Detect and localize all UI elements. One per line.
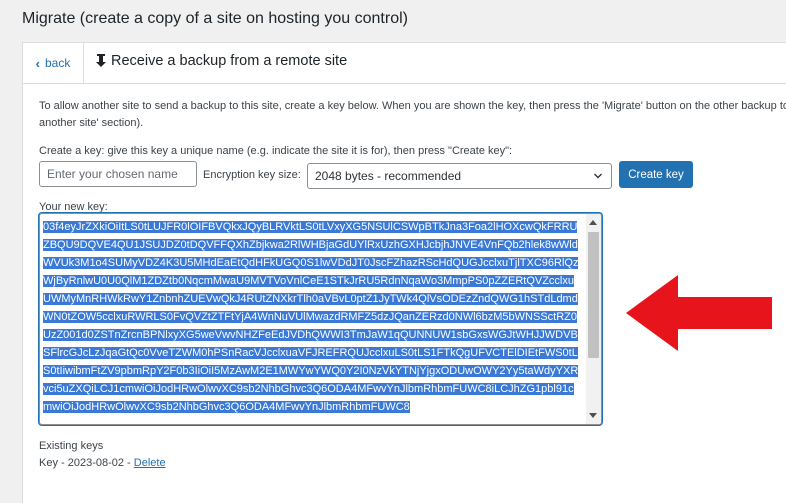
back-label: back: [44, 56, 71, 70]
scroll-thumb[interactable]: [588, 232, 599, 358]
existing-keys-label: Existing keys: [39, 440, 104, 452]
migrate-panel: ‹ back Receive a backup from a remote si…: [22, 42, 786, 503]
panel-title: Receive a backup from a remote site: [95, 53, 347, 69]
download-icon: [96, 54, 106, 67]
key-name-input[interactable]: [39, 161, 197, 187]
encryption-size-label: Encryption key size:: [203, 169, 301, 181]
red-arrow-annotation-icon: [626, 275, 772, 351]
encryption-size-select[interactable]: 2048 bytes - recommended: [307, 163, 612, 189]
new-key-value: 03f4eyJrZXkiOiItLS0tLUJFR0lOIFBVQkxJQyBL…: [43, 221, 579, 413]
new-key-label: Your new key:: [39, 201, 108, 213]
new-key-textarea[interactable]: 03f4eyJrZXkiOiItLS0tLUJFR0lOIFBVQkxJQyBL…: [39, 213, 602, 425]
existing-key-separator: -: [124, 457, 134, 469]
key-scrollbar[interactable]: [586, 214, 601, 424]
intro-text: To allow another site to send a backup t…: [39, 100, 786, 129]
chevron-left-icon: ‹: [35, 55, 40, 71]
scroll-down-icon[interactable]: [589, 413, 597, 418]
create-key-label: Create a key: give this key a unique nam…: [39, 145, 513, 157]
new-key-text: 03f4eyJrZXkiOiItLS0tLUJFR0lOIFBVQkxJQyBL…: [43, 218, 581, 424]
panel-title-text: Receive a backup from a remote site: [111, 53, 348, 69]
existing-key-row: Key - 2023-08-02 - Delete: [39, 457, 166, 469]
panel-header: ‹ back Receive a backup from a remote si…: [23, 43, 786, 84]
scroll-up-icon[interactable]: [589, 220, 597, 225]
existing-key-name: Key - 2023-08-02: [39, 457, 124, 469]
create-key-button[interactable]: Create key: [619, 161, 693, 188]
chevron-down-icon: [594, 173, 602, 179]
page-title: Migrate (create a copy of a site on host…: [22, 10, 408, 27]
delete-key-link[interactable]: Delete: [134, 457, 166, 469]
back-button[interactable]: ‹ back: [23, 43, 84, 83]
encryption-size-value: 2048 bytes - recommended: [315, 169, 462, 183]
